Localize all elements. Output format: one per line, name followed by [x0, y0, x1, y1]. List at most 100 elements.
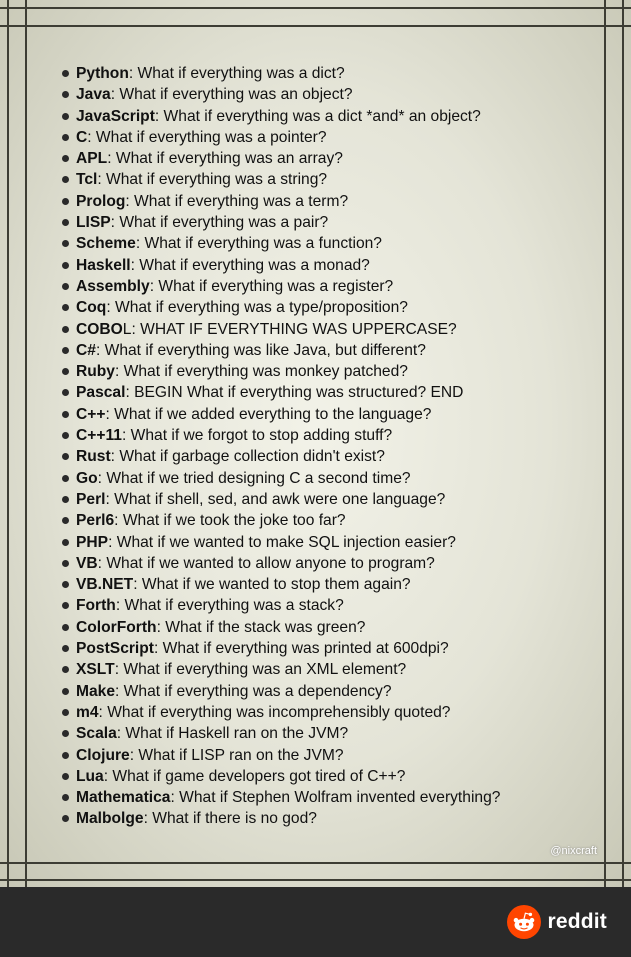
bullet-icon [62, 581, 69, 589]
bullet-icon [62, 282, 69, 290]
language-question: : What if we wanted to allow anyone to p… [97, 554, 435, 572]
language-question: : What if everything was a pointer? [87, 128, 327, 146]
frame-line-right-inner [604, 0, 606, 887]
bullet-icon [62, 346, 69, 354]
frame-line-bottom-outer [0, 879, 631, 881]
language-question: L: WHAT IF EVERYTHING WAS UPPERCASE? [122, 320, 457, 338]
bullet-icon [62, 751, 69, 759]
language-name: Ruby [76, 363, 115, 381]
list-item: Prolog: What if everything was a term? [62, 191, 500, 212]
bullet-icon [62, 389, 69, 397]
bullet-icon [62, 453, 69, 461]
language-name: C [76, 128, 88, 146]
language-question: : What if game developers got tired of C… [103, 767, 406, 785]
language-name: Scala [76, 725, 117, 743]
language-name: VB [76, 554, 98, 572]
language-name: APL [76, 150, 108, 168]
language-question: : What if we wanted to stop them again? [133, 576, 411, 594]
language-name: PostScript [76, 640, 154, 658]
list-item: Scala: What if Haskell ran on the JVM? [62, 723, 500, 744]
bullet-icon [62, 112, 69, 120]
list-item: Perl6: What if we took the joke too far? [62, 510, 500, 531]
list-item: Haskell: What if everything was a monad? [62, 255, 500, 276]
language-question: : What if we took the joke too far? [114, 512, 346, 530]
language-question: : What if everything was a term? [125, 192, 349, 210]
bullet-icon [62, 708, 69, 716]
bullet-icon [62, 304, 69, 312]
language-question: : What if everything was monkey patched? [114, 363, 408, 381]
language-name: Coq [76, 299, 107, 317]
list-item: Lua: What if game developers got tired o… [62, 766, 500, 787]
list-item: Malbolge: What if there is no god? [62, 808, 500, 829]
frame-line-top-outer [0, 7, 631, 9]
language-question: : What if shell, sed, and awk were one l… [105, 490, 446, 508]
language-question: : What if everything was a stack? [115, 597, 344, 615]
bullet-icon [62, 240, 69, 248]
language-name: Tcl [76, 171, 98, 189]
language-question: : What if everything was a type/proposit… [106, 299, 408, 317]
list-item: m4: What if everything was incomprehensi… [62, 702, 500, 723]
bullet-icon [62, 772, 69, 780]
frame-line-bottom-inner [0, 862, 631, 864]
language-name: m4 [76, 703, 99, 721]
language-name: Python [76, 65, 129, 82]
list-item: Coq: What if everything was a type/propo… [62, 297, 500, 318]
frame-line-top-inner [0, 25, 631, 27]
list-item: XSLT: What if everything was an XML elem… [62, 659, 500, 680]
language-name: Perl6 [76, 512, 115, 530]
bullet-icon [62, 815, 69, 823]
language-question: : BEGIN What if everything was structure… [125, 384, 464, 402]
language-name: Rust [76, 448, 111, 466]
reddit-logo[interactable]: reddit [507, 904, 607, 940]
language-name: C++11 [76, 427, 122, 445]
language-name: Mathematica [76, 789, 171, 807]
bullet-icon [62, 645, 69, 653]
language-name: LISP [76, 214, 111, 232]
bullet-icon [62, 410, 69, 418]
language-name: Pascal [76, 384, 126, 402]
language-name: JavaScript [76, 107, 155, 125]
bullet-icon [62, 432, 69, 440]
bullet-icon [62, 602, 69, 610]
bullet-icon [62, 730, 69, 738]
reddit-alien-icon [507, 905, 542, 939]
frame-line-left-outer [7, 0, 9, 887]
bullet-icon [62, 559, 69, 567]
list-item: ColorForth: What if the stack was green? [62, 617, 500, 638]
poster: Python: What if everything was a dict? Ja… [0, 0, 631, 887]
bullet-icon [62, 368, 69, 376]
language-name: PHP [76, 533, 109, 551]
bullet-icon [62, 91, 69, 99]
language-question: : What if everything was a string? [97, 171, 328, 189]
language-question: : What if everything was a monad? [130, 256, 370, 274]
list-item: JavaScript: What if everything was a dic… [62, 106, 500, 127]
language-name: Prolog [76, 192, 126, 210]
language-name: Scheme [76, 235, 136, 253]
bullet-icon [62, 495, 69, 503]
language-question: : What if we added everything to the lan… [105, 405, 432, 423]
bullet-icon [62, 687, 69, 695]
credit-handle: @nixcraft [550, 845, 597, 857]
list-item: COBOL: WHAT IF EVERYTHING WAS UPPERCASE? [62, 319, 500, 340]
list-item: VB: What if we wanted to allow anyone to… [62, 553, 500, 574]
frame-line-right-outer [622, 0, 624, 887]
list-item: VB.NET: What if we wanted to stop them a… [62, 574, 500, 595]
language-name: Lua [76, 767, 104, 785]
language-question: : What if we wanted to make SQL injectio… [108, 533, 456, 551]
language-name: VB.NET [76, 576, 134, 594]
language-name: Malbolge [76, 810, 144, 828]
language-question: : What if everything was a dependency? [115, 682, 392, 700]
list-item: Pascal: BEGIN What if everything was str… [62, 382, 500, 403]
list-item: Java: What if everything was an object? [62, 84, 500, 105]
language-question: : What if LISP ran on the JVM? [129, 746, 344, 764]
bullet-icon [62, 517, 69, 525]
language-name: COBO [76, 320, 123, 338]
language-name: Go [76, 469, 98, 487]
language-question: : What if everything was a dict? [128, 65, 345, 82]
language-name: XSLT [76, 661, 115, 679]
language-name: Haskell [76, 256, 131, 274]
list-item: Python: What if everything was a dict? [62, 63, 500, 84]
list-item: Scheme: What if everything was a functio… [62, 233, 500, 254]
language-name: ColorForth [76, 618, 157, 636]
language-question: : What if everything was like Java, but … [95, 341, 426, 359]
